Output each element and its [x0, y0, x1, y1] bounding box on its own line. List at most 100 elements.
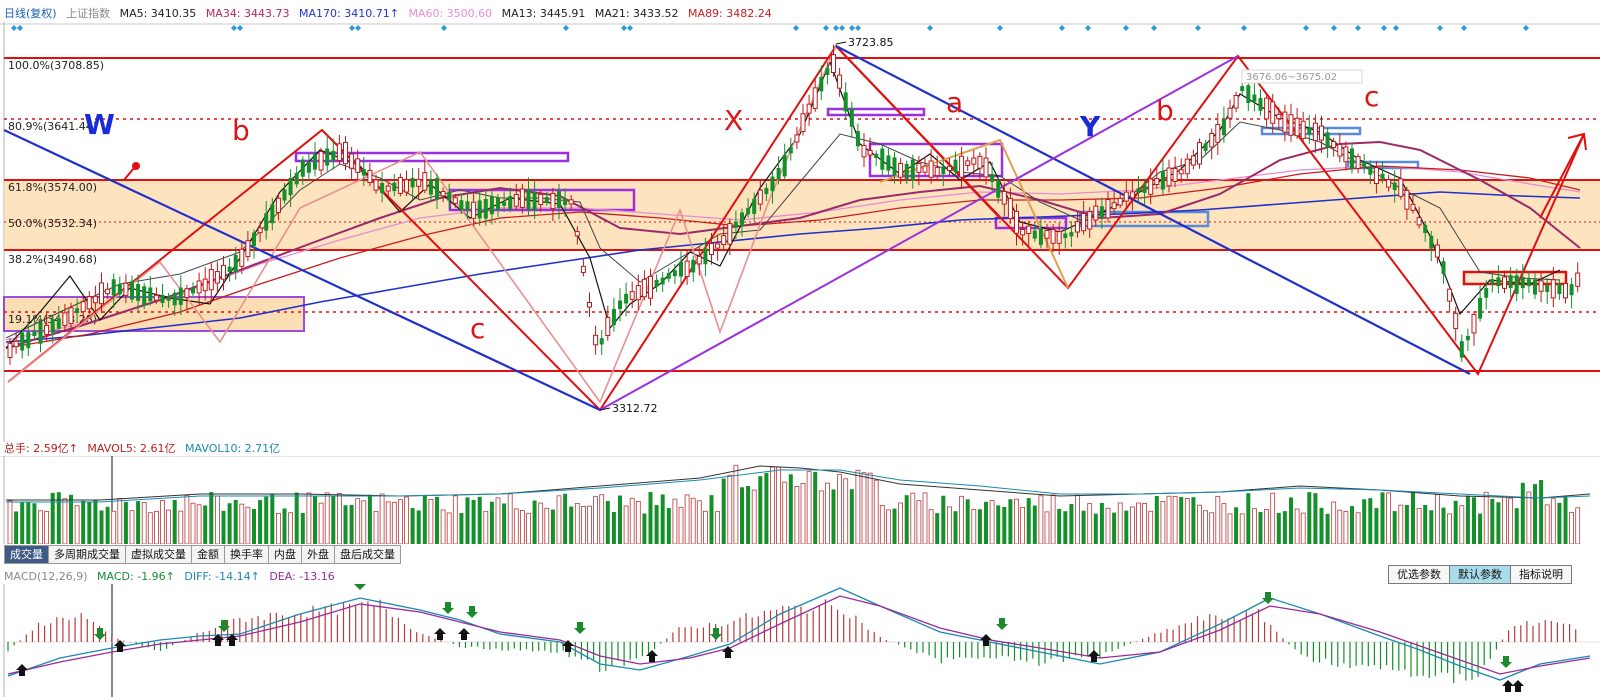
default-params-button[interactable]: 默认参数 — [1449, 565, 1510, 584]
signal-diamond — [1303, 25, 1309, 31]
tab-amount[interactable]: 金额 — [191, 545, 224, 564]
sell-arrow-icon — [1262, 592, 1274, 604]
tab-outer-volume[interactable]: 外盘 — [301, 545, 334, 564]
candle-body-up — [1264, 97, 1270, 120]
volume-bar-up — [361, 500, 367, 544]
buy-arrow-icon — [434, 628, 446, 640]
candle-body-up — [1398, 178, 1404, 197]
candle-body-up — [898, 162, 904, 178]
volume-bar-up — [147, 512, 153, 544]
candle-body-up — [1373, 167, 1379, 184]
volume-bar-up — [587, 505, 592, 544]
candle-body-up — [1087, 211, 1093, 230]
candle-body-up — [1319, 125, 1324, 141]
candle-body-down — [166, 296, 171, 301]
candle-body-up — [202, 278, 208, 292]
buy-arrow-icon — [646, 650, 658, 662]
candle-body-up — [80, 301, 86, 313]
volume-bar-up — [1483, 491, 1489, 544]
volume-bar-up — [922, 492, 928, 544]
candle-body-down — [26, 332, 31, 349]
price-chart[interactable]: 100.0%(3708.85) 80.9%(3641.44) 61.8%(357… — [0, 22, 1600, 442]
macd-chart[interactable] — [0, 584, 1600, 697]
volume-bar-down — [264, 496, 269, 544]
volume-bar-up — [1197, 504, 1202, 544]
volume-bar-up — [513, 508, 519, 544]
tab-after-hours-volume[interactable]: 盘后成交量 — [334, 545, 401, 564]
volume-bar-down — [1380, 492, 1385, 544]
volume-bar-down — [563, 493, 568, 544]
volume-bar-down — [831, 489, 836, 544]
indicator-help-button[interactable]: 指标说明 — [1510, 565, 1572, 584]
optimal-params-button[interactable]: 优选参数 — [1388, 565, 1449, 584]
volume-bar-down — [1282, 511, 1287, 544]
candle-body-down — [496, 197, 500, 210]
tab-virtual-volume[interactable]: 虚拟成交量 — [125, 545, 191, 564]
signal-diamond — [1355, 25, 1361, 31]
high-price-label: 3723.85 — [848, 36, 894, 49]
candle-body-down — [672, 270, 677, 277]
volume-bar-down — [1514, 508, 1519, 544]
volume-bar-down — [1350, 506, 1354, 544]
volume-bar-down — [1319, 507, 1324, 544]
volume-bar-down — [1325, 513, 1330, 544]
tab-inner-volume[interactable]: 内盘 — [268, 545, 301, 564]
volume-chart[interactable] — [0, 456, 1600, 544]
volume-bar-up — [239, 503, 245, 544]
candle-body-down — [1478, 297, 1483, 319]
pin-icon[interactable] — [123, 162, 140, 181]
candle-body-up — [1075, 221, 1080, 233]
candle-body-down — [142, 286, 147, 306]
sell-arrow-icon — [442, 602, 454, 614]
candle-body-up — [336, 143, 342, 162]
volume-bar-up — [379, 493, 385, 544]
volume-bar-down — [221, 510, 226, 544]
candle-body-down — [825, 68, 830, 75]
candle-body-up — [934, 167, 940, 177]
candle-body-up — [196, 280, 202, 294]
volume-bar-down — [721, 478, 726, 544]
candle-body-up — [1404, 189, 1410, 210]
signal-diamond — [997, 25, 1003, 31]
candle-body-up — [221, 264, 226, 280]
volume-bar-down — [14, 511, 19, 544]
volume-bar-up — [196, 504, 202, 544]
candle-body-down — [270, 204, 275, 224]
volume-bar-up — [495, 497, 501, 544]
signal-diamond — [621, 25, 627, 31]
volume-bar-down — [740, 487, 744, 544]
candle-body-down — [459, 200, 464, 211]
candle-body-down — [1160, 171, 1165, 190]
volume-bar-down — [1404, 504, 1409, 544]
volume-bar-down — [1423, 504, 1428, 544]
candle-body-up — [1563, 282, 1568, 299]
volume-bar-down — [1289, 497, 1293, 544]
candle-body-up — [648, 275, 653, 299]
volume-bar-down — [282, 508, 287, 544]
tab-turnover[interactable]: 换手率 — [224, 545, 268, 564]
candle-body-up — [1184, 158, 1190, 175]
volume-bar-up — [678, 506, 684, 544]
signal-diamond — [1437, 25, 1443, 31]
volume-total-label: 总手: 2.59亿↑ — [4, 442, 78, 455]
volume-bar-up — [1355, 512, 1361, 544]
volume-bar-down — [849, 489, 854, 544]
signal-diamond — [839, 25, 845, 31]
candle-body-down — [1484, 288, 1489, 298]
tab-volume[interactable]: 成交量 — [4, 545, 48, 564]
candle-body-up — [92, 295, 98, 304]
volume-bar-down — [788, 474, 793, 544]
candle-body-up — [721, 235, 727, 245]
macd-params-label: MACD(12,26,9) — [4, 570, 88, 583]
volume-bar-down — [746, 486, 751, 544]
volume-bar-up — [959, 495, 964, 544]
candle-body-up — [1001, 190, 1007, 205]
volume-bar-down — [1258, 512, 1263, 544]
volume-bar-up — [861, 472, 867, 544]
tab-multi-period-volume[interactable]: 多周期成交量 — [48, 545, 125, 564]
candle-body-up — [214, 271, 220, 284]
candle-body-up — [68, 307, 74, 325]
ma60-label: MA60: 3500.60 — [408, 7, 493, 20]
candle-body-up — [105, 288, 111, 295]
volume-bar-up — [672, 498, 678, 544]
